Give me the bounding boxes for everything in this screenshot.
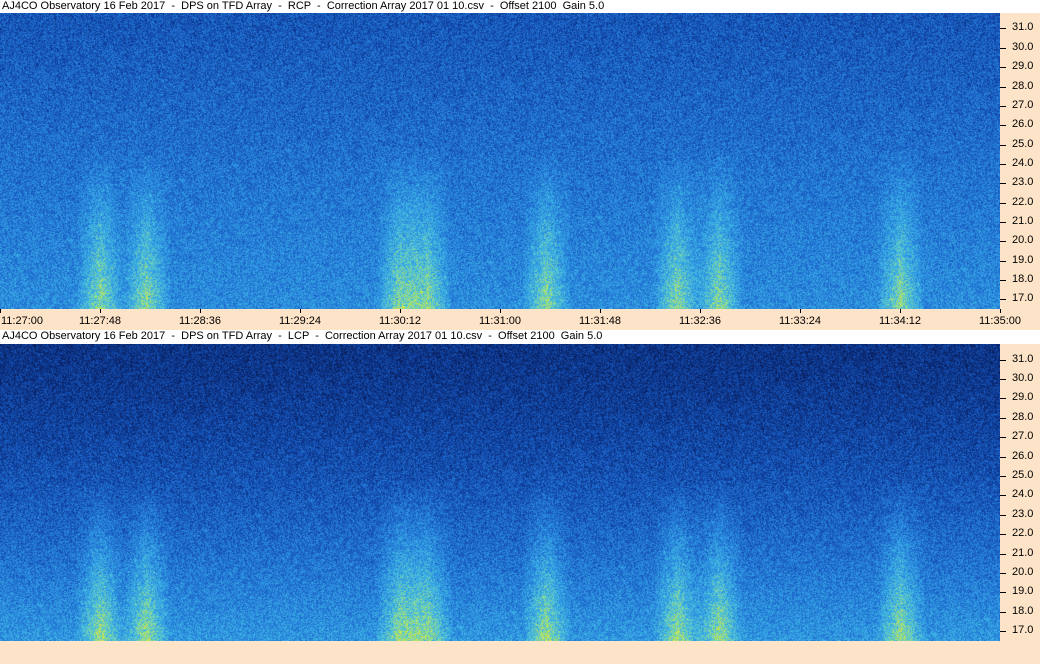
rcp-freq-tick-label: 18.0 [1012, 273, 1034, 285]
time-tick-label: 11:31:00 [479, 315, 522, 327]
rcp-freq-tick-label: 27.0 [1012, 99, 1034, 111]
time-tick-label: 11:29:24 [279, 315, 322, 327]
rcp-freq-tick [1000, 125, 1006, 126]
time-tick-label: 11:35:00 [979, 315, 1022, 327]
lcp-freq-tick-label: 21.0 [1012, 547, 1034, 559]
time-tick [1000, 309, 1001, 313]
rcp-freq-tick-label: 24.0 [1012, 157, 1034, 169]
lcp-freq-tick [1000, 631, 1006, 632]
lcp-freq-tick-label: 22.0 [1012, 527, 1034, 539]
rcp-freq-tick [1000, 28, 1006, 29]
rcp-freq-tick [1000, 241, 1006, 242]
lcp-frequency-axis: 31.0 30.0 29.0 28.0 27.0 26.0 25.0 24.0 23.0 22.0… [1000, 344, 1040, 641]
lcp-freq-tick [1000, 592, 1006, 593]
lcp-freq-tick-label: 24.0 [1012, 488, 1034, 500]
time-tick-label: 11:32:36 [679, 315, 722, 327]
time-tick [100, 309, 101, 313]
lcp-freq-tick-label: 28.0 [1012, 411, 1034, 423]
rcp-freq-tick [1000, 299, 1006, 300]
time-tick-label: 11:27:00 [1, 315, 44, 327]
time-tick [200, 309, 201, 313]
rcp-freq-tick-label: 29.0 [1012, 60, 1034, 72]
rcp-freq-tick-label: 17.0 [1012, 292, 1034, 304]
lcp-freq-tick [1000, 476, 1006, 477]
lcp-panel-title: AJ4CO Observatory 16 Feb 2017 - DPS on T… [0, 330, 1000, 343]
time-tick [600, 309, 601, 313]
rcp-freq-tick-label: 21.0 [1012, 215, 1034, 227]
lcp-freq-tick [1000, 534, 1006, 535]
rcp-panel-title: AJ4CO Observatory 16 Feb 2017 - DPS on T… [0, 0, 1000, 13]
time-tick-label: 11:27:48 [79, 315, 122, 327]
rcp-freq-tick-label: 25.0 [1012, 138, 1034, 150]
rcp-freq-tick [1000, 67, 1006, 68]
rcp-spectrogram [0, 13, 1000, 309]
time-tick [500, 309, 501, 313]
time-tick-label: 11:31:48 [579, 315, 622, 327]
lcp-freq-tick [1000, 612, 1006, 613]
rcp-freq-tick [1000, 203, 1006, 204]
rcp-freq-tick-label: 28.0 [1012, 80, 1034, 92]
lcp-freq-tick-label: 20.0 [1012, 566, 1034, 578]
lcp-freq-tick-label: 26.0 [1012, 450, 1034, 462]
time-tick-label: 11:34:12 [879, 315, 922, 327]
rcp-freq-tick-label: 19.0 [1012, 254, 1034, 266]
lcp-freq-tick-label: 23.0 [1012, 508, 1034, 520]
lcp-freq-tick-label: 18.0 [1012, 605, 1034, 617]
rcp-freq-tick-label: 22.0 [1012, 196, 1034, 208]
lcp-spectrogram [0, 344, 1000, 641]
lcp-freq-tick-label: 19.0 [1012, 585, 1034, 597]
time-tick [0, 309, 1, 313]
rcp-freq-tick [1000, 145, 1006, 146]
rcp-freq-tick-label: 23.0 [1012, 176, 1034, 188]
time-tick [400, 309, 401, 313]
lcp-freq-tick [1000, 495, 1006, 496]
lcp-spectrogram-canvas [0, 344, 1000, 641]
time-tick-label: 11:33:24 [779, 315, 822, 327]
rcp-frequency-axis: 31.0 30.0 29.0 28.0 27.0 26.0 25.0 24.0 23.0 22.0… [1000, 13, 1040, 309]
rcp-freq-tick-label: 20.0 [1012, 234, 1034, 246]
lcp-freq-tick [1000, 515, 1006, 516]
time-tick [700, 309, 701, 313]
rcp-freq-tick [1000, 183, 1006, 184]
bottom-strip [0, 641, 1040, 664]
lcp-freq-tick-label: 27.0 [1012, 430, 1034, 442]
rcp-freq-tick [1000, 222, 1006, 223]
time-tick [300, 309, 301, 313]
lcp-freq-tick [1000, 573, 1006, 574]
time-axis: 11:27:00 11:27:48 11:28:36 11:29:24 11:30:12… [0, 309, 1040, 330]
lcp-freq-tick [1000, 437, 1006, 438]
lcp-freq-tick [1000, 418, 1006, 419]
rcp-freq-tick-label: 26.0 [1012, 118, 1034, 130]
lcp-freq-tick [1000, 457, 1006, 458]
time-tick-label: 11:30:12 [379, 315, 422, 327]
time-tick [800, 309, 801, 313]
lcp-freq-tick [1000, 398, 1006, 399]
lcp-freq-tick [1000, 554, 1006, 555]
lcp-freq-tick [1000, 360, 1006, 361]
lcp-freq-tick-label: 17.0 [1012, 624, 1034, 636]
rcp-freq-tick-label: 31.0 [1012, 21, 1034, 33]
lcp-freq-tick-label: 30.0 [1012, 372, 1034, 384]
rcp-freq-tick [1000, 48, 1006, 49]
lcp-freq-tick-label: 25.0 [1012, 469, 1034, 481]
rcp-spectrogram-canvas [0, 13, 1000, 309]
time-tick-label: 11:28:36 [179, 315, 222, 327]
rcp-freq-tick-label: 30.0 [1012, 41, 1034, 53]
rcp-freq-tick [1000, 280, 1006, 281]
lcp-freq-tick-label: 31.0 [1012, 353, 1034, 365]
rcp-freq-tick [1000, 164, 1006, 165]
rcp-freq-tick [1000, 261, 1006, 262]
time-tick [900, 309, 901, 313]
rcp-freq-tick [1000, 87, 1006, 88]
lcp-freq-tick [1000, 379, 1006, 380]
lcp-freq-tick-label: 29.0 [1012, 391, 1034, 403]
rcp-freq-tick [1000, 106, 1006, 107]
